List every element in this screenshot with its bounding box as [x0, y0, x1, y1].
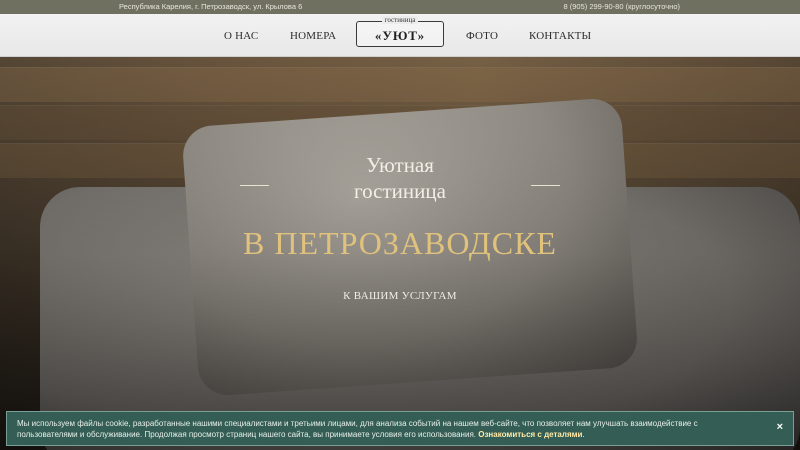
- hero-title-city: В ПЕТРОЗАВОДСКЕ: [243, 225, 557, 261]
- logo-subtitle: гостиница: [381, 16, 419, 24]
- hero-subtitle: К ВАШИМ УСЛУГАМ: [343, 290, 457, 302]
- nav-rooms[interactable]: НОМЕРА: [290, 14, 336, 56]
- nav-contacts[interactable]: КОНТАКТЫ: [529, 14, 591, 56]
- close-icon[interactable]: ×: [777, 421, 783, 433]
- cookie-message: Мы используем файлы cookie, разработанны…: [17, 419, 698, 439]
- address-text: Республика Карелия, г. Петрозаводск, ул.…: [119, 2, 303, 11]
- hotel-logo[interactable]: гостиница «УЮТ»: [356, 16, 444, 47]
- top-info-bar: Республика Карелия, г. Петрозаводск, ул.…: [0, 0, 800, 14]
- hero-banner: Уютная гостиница В ПЕТРОЗАВОДСКЕ К ВАШИМ…: [0, 57, 800, 450]
- cookie-banner: Мы используем файлы cookie, разработанны…: [6, 411, 794, 446]
- hero-title-line1: Уютная: [366, 153, 434, 177]
- cookie-details-link[interactable]: Ознакомиться с деталями: [478, 430, 582, 439]
- phone-link[interactable]: 8 (905) 299-90-80 (круглосуточно): [563, 0, 680, 14]
- nav-photo[interactable]: ФОТО: [466, 14, 498, 56]
- hero-title-line2: гостиница: [354, 179, 446, 203]
- main-navigation: О НАС НОМЕРА гостиница «УЮТ» ФОТО КОНТАК…: [0, 14, 800, 57]
- nav-about[interactable]: О НАС: [224, 14, 258, 56]
- cookie-text-block: Мы используем файлы cookie, разработанны…: [17, 418, 737, 440]
- cookie-period: .: [582, 430, 585, 439]
- logo-name: «УЮТ»: [374, 28, 426, 43]
